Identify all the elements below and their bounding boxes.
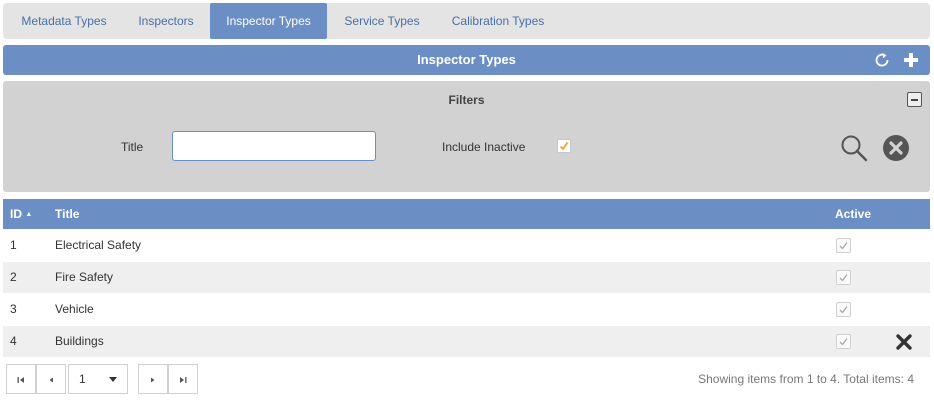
title-filter-label: Title bbox=[121, 140, 144, 154]
last-page-button[interactable] bbox=[168, 364, 198, 394]
table-row[interactable]: 2 Fire Safety bbox=[3, 262, 930, 293]
active-checkbox bbox=[836, 302, 851, 317]
tab-metadata-types[interactable]: Metadata Types bbox=[13, 3, 115, 39]
collapse-filters-button[interactable] bbox=[907, 92, 922, 107]
filters-panel: Filters Title Include Inactive bbox=[3, 81, 930, 192]
add-button[interactable] bbox=[899, 45, 923, 75]
check-icon bbox=[559, 141, 569, 151]
delete-row-button[interactable] bbox=[894, 332, 914, 352]
title-filter-input[interactable] bbox=[172, 131, 376, 161]
column-header-id[interactable]: ID ▲ bbox=[10, 199, 32, 230]
refresh-icon bbox=[875, 53, 889, 67]
next-page-button[interactable] bbox=[138, 364, 168, 394]
refresh-button[interactable] bbox=[871, 45, 895, 75]
cell-id: 4 bbox=[10, 334, 17, 348]
tab-inspector-types[interactable]: Inspector Types bbox=[210, 3, 327, 39]
last-page-icon bbox=[180, 377, 187, 383]
cell-id: 1 bbox=[10, 238, 17, 252]
page-title: Inspector Types bbox=[417, 52, 516, 67]
page-header: Inspector Types bbox=[3, 45, 930, 75]
include-inactive-checkbox[interactable] bbox=[557, 139, 571, 153]
close-icon bbox=[896, 334, 912, 350]
include-inactive-label: Include Inactive bbox=[442, 140, 526, 154]
cell-id: 3 bbox=[10, 302, 17, 316]
search-button[interactable] bbox=[839, 133, 869, 163]
active-checkbox bbox=[836, 238, 851, 253]
table-row[interactable]: 3 Vehicle bbox=[3, 294, 930, 325]
active-checkbox bbox=[836, 270, 851, 285]
cell-id: 2 bbox=[10, 270, 17, 284]
check-icon bbox=[839, 306, 848, 314]
table-row[interactable]: 4 Buildings bbox=[3, 326, 930, 357]
check-icon bbox=[839, 242, 848, 250]
previous-page-button[interactable] bbox=[36, 364, 66, 394]
tab-inspectors[interactable]: Inspectors bbox=[125, 3, 207, 39]
plus-icon bbox=[904, 53, 918, 67]
cell-title: Electrical Safety bbox=[55, 238, 142, 252]
page-select[interactable]: 1 bbox=[68, 364, 128, 394]
column-header-title[interactable]: Title bbox=[55, 199, 79, 229]
tab-service-types[interactable]: Service Types bbox=[334, 3, 430, 39]
first-page-icon bbox=[17, 377, 24, 383]
filters-title: Filters bbox=[448, 93, 485, 107]
grid-header: ID ▲ Title Active bbox=[3, 199, 930, 229]
check-icon bbox=[839, 274, 848, 282]
column-header-active[interactable]: Active bbox=[835, 199, 871, 229]
table-row[interactable]: 1 Electrical Safety bbox=[3, 230, 930, 261]
next-page-icon bbox=[151, 377, 155, 383]
tab-calibration-types[interactable]: Calibration Types bbox=[440, 3, 556, 39]
chevron-down-icon bbox=[109, 377, 117, 382]
clear-filters-button[interactable] bbox=[882, 134, 910, 162]
search-icon bbox=[841, 135, 868, 162]
first-page-button[interactable] bbox=[6, 364, 36, 394]
cell-title: Buildings bbox=[55, 334, 104, 348]
clear-circle-x-icon bbox=[883, 135, 909, 161]
column-header-id-label: ID bbox=[10, 207, 22, 221]
previous-page-icon bbox=[49, 377, 53, 383]
tab-bar: Metadata Types Inspectors Inspector Type… bbox=[3, 3, 930, 39]
pager-info: Showing items from 1 to 4. Total items: … bbox=[698, 372, 914, 386]
sort-ascending-icon: ▲ bbox=[25, 211, 33, 218]
current-page: 1 bbox=[79, 372, 86, 386]
cell-title: Fire Safety bbox=[55, 270, 114, 284]
cell-title: Vehicle bbox=[55, 302, 94, 316]
active-checkbox bbox=[836, 334, 851, 349]
check-icon bbox=[839, 338, 848, 346]
